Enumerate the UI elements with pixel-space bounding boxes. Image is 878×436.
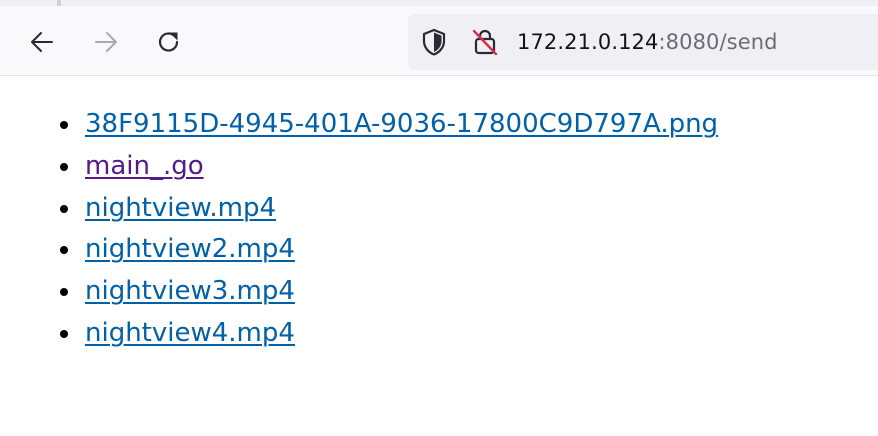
- url-text[interactable]: 172.21.0.124:8080/send: [517, 30, 778, 54]
- list-item: main_.go: [58, 145, 718, 187]
- url-host: 172.21.0.124: [517, 30, 659, 54]
- reload-icon: [158, 32, 179, 52]
- file-link[interactable]: nightview3.mp4: [85, 276, 295, 306]
- bullet: [60, 162, 68, 171]
- reload-button[interactable]: [151, 24, 187, 60]
- list-item: 38F9115D-4945-401A-9036-17800C9D797A.png: [58, 103, 718, 145]
- back-arrow-icon: [31, 32, 53, 52]
- forward-button[interactable]: [88, 24, 124, 60]
- bullet: [60, 288, 68, 297]
- file-link[interactable]: main_.go: [85, 151, 204, 181]
- bullet: [60, 246, 68, 255]
- insecure-lock-icon[interactable]: [470, 27, 500, 57]
- list-item: nightview.mp4: [58, 187, 718, 229]
- file-link[interactable]: nightview.mp4: [85, 193, 276, 223]
- tab-edge-mark: [57, 0, 61, 6]
- bullet: [60, 204, 68, 213]
- list-item: nightview4.mp4: [58, 312, 718, 354]
- tracking-protection-shield-icon[interactable]: [420, 27, 448, 57]
- file-list: 38F9115D-4945-401A-9036-17800C9D797A.png…: [58, 103, 718, 354]
- list-item: nightview3.mp4: [58, 270, 718, 312]
- file-link[interactable]: nightview4.mp4: [85, 318, 295, 348]
- bullet: [60, 329, 68, 338]
- bullet: [60, 121, 68, 129]
- browser-toolbar: 172.21.0.124:8080/send: [0, 0, 878, 76]
- tab-strip-edge: [0, 0, 878, 6]
- url-path: :8080/send: [658, 30, 778, 54]
- address-bar[interactable]: 172.21.0.124:8080/send: [408, 14, 878, 70]
- back-button[interactable]: [24, 24, 60, 60]
- file-link[interactable]: 38F9115D-4945-401A-9036-17800C9D797A.png: [85, 109, 718, 139]
- forward-arrow-icon: [95, 32, 117, 52]
- list-item: nightview2.mp4: [58, 228, 718, 270]
- file-link[interactable]: nightview2.mp4: [85, 234, 295, 264]
